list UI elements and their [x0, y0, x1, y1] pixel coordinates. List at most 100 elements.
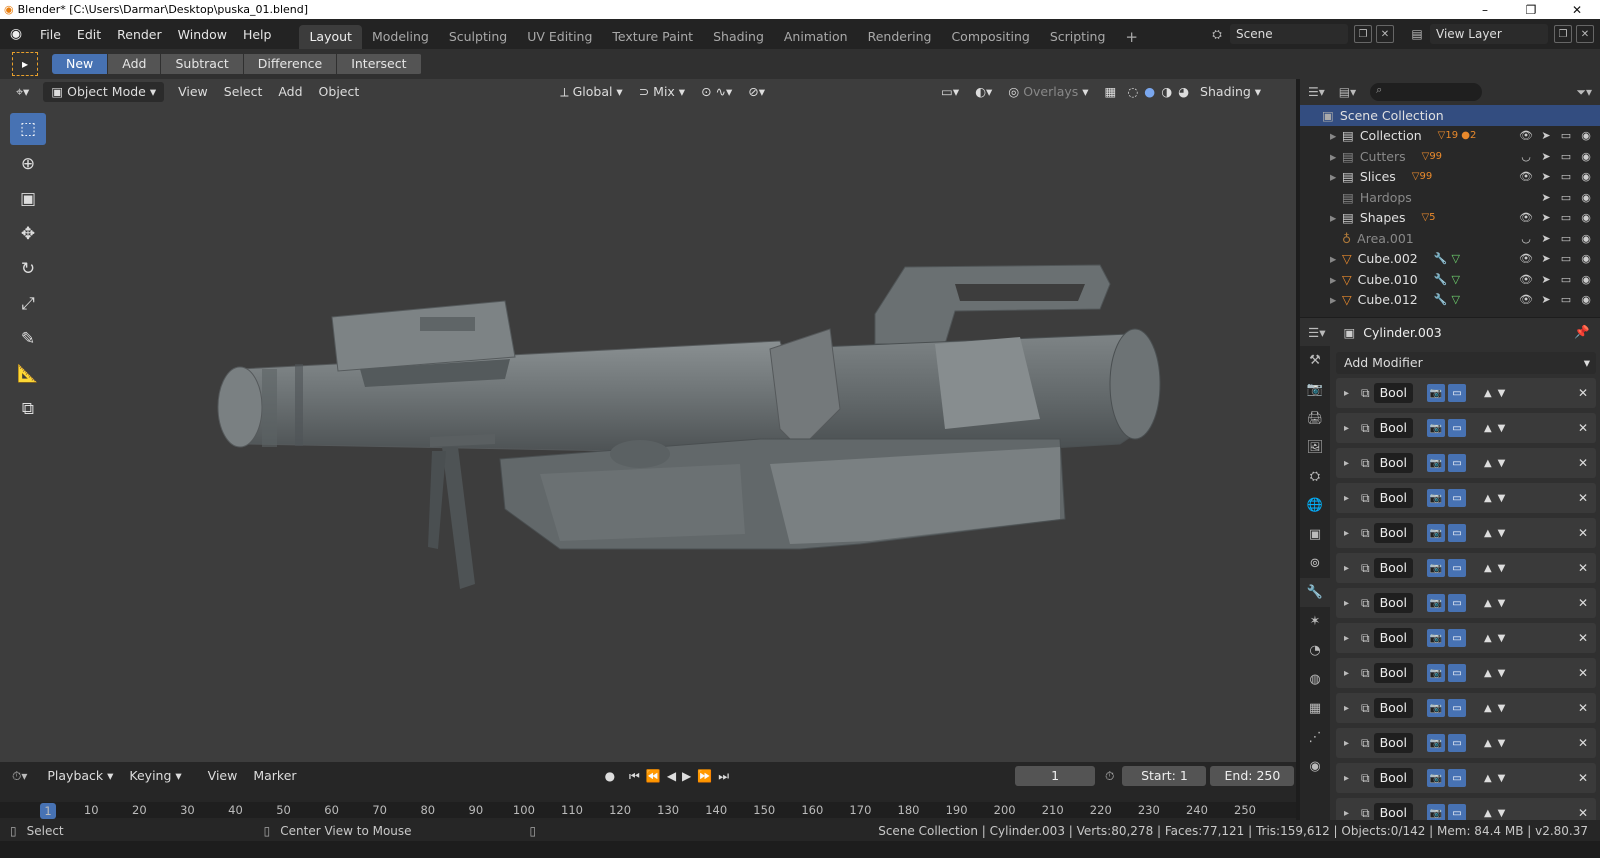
- texture-tab-icon[interactable]: ▦: [1300, 694, 1330, 723]
- timeline-editor-icon[interactable]: ⏱▾: [12, 769, 27, 784]
- rotate-tool-icon[interactable]: ↻: [10, 253, 46, 285]
- modifier-name-field[interactable]: Bool: [1373, 418, 1413, 438]
- eye-icon[interactable]: 👁: [1516, 129, 1536, 142]
- move-up-icon[interactable]: ▲: [1484, 738, 1492, 749]
- monitor-icon[interactable]: ▭: [1556, 170, 1576, 183]
- modifier-name-field[interactable]: Bool: [1373, 768, 1413, 788]
- viewport-toggle-icon[interactable]: ▭: [1447, 769, 1466, 787]
- new-view-layer-icon[interactable]: ❐: [1554, 25, 1572, 43]
- next-keyframe-icon[interactable]: ⏩: [697, 769, 718, 783]
- move-up-icon[interactable]: ▲: [1484, 493, 1492, 504]
- camera-icon[interactable]: ◉: [1576, 252, 1596, 265]
- eye-icon[interactable]: 👁: [1516, 273, 1536, 286]
- remove-modifier-icon[interactable]: ✕: [1578, 596, 1588, 610]
- modifier-name-field[interactable]: Bool: [1373, 593, 1413, 613]
- outliner-row[interactable]: ▸ ▽ Cube.002 🔧 ▽ 👁 ➤ ▭ ◉: [1300, 249, 1600, 270]
- current-frame-field[interactable]: 1: [1015, 766, 1096, 786]
- expand-arrow-icon[interactable]: ▸: [1344, 738, 1349, 749]
- render-toggle-icon[interactable]: 📷: [1426, 524, 1445, 542]
- blender-menu-icon[interactable]: ◉: [0, 26, 32, 42]
- output-tab-icon[interactable]: 🖨: [1300, 404, 1330, 433]
- move-down-icon[interactable]: ▼: [1498, 493, 1506, 504]
- maximize-button[interactable]: ❐: [1508, 0, 1554, 19]
- modifier-name-field[interactable]: Bool: [1373, 698, 1413, 718]
- expand-arrow-icon[interactable]: ▸: [1330, 169, 1342, 184]
- eye-icon[interactable]: 👁: [1516, 252, 1536, 265]
- tab-compositing[interactable]: Compositing: [941, 25, 1039, 49]
- expand-arrow-icon[interactable]: ▸: [1330, 149, 1342, 164]
- viewport-toggle-icon[interactable]: ▭: [1447, 454, 1466, 472]
- pointer-icon[interactable]: ➤: [1536, 232, 1556, 245]
- outliner-row[interactable]: ♁ Area.001 ◡ ➤ ▭ ◉: [1300, 228, 1600, 249]
- modifier-row[interactable]: ▸ ⧉ Bool 📷 ▭ ▲ ▼ ✕: [1336, 413, 1596, 443]
- proportional-edit-icon[interactable]: ⊙ ∿▾: [693, 82, 740, 102]
- wireframe-shading-icon[interactable]: ◌: [1124, 82, 1141, 102]
- mode-add-button[interactable]: Add: [108, 54, 161, 74]
- editor-type-icon[interactable]: ⌖▾: [8, 82, 37, 102]
- scene-icon[interactable]: ⛭: [1204, 27, 1230, 42]
- pointer-icon[interactable]: ➤: [1536, 170, 1556, 183]
- view-layer-field[interactable]: View Layer: [1430, 24, 1548, 44]
- viewport-toggle-icon[interactable]: ▭: [1447, 629, 1466, 647]
- remove-modifier-icon[interactable]: ✕: [1578, 806, 1588, 820]
- move-down-icon[interactable]: ▼: [1498, 563, 1506, 574]
- material-shading-icon[interactable]: ◑: [1158, 82, 1175, 102]
- modifier-row[interactable]: ▸ ⧉ Bool 📷 ▭ ▲ ▼ ✕: [1336, 448, 1596, 478]
- eye-icon[interactable]: 👁: [1516, 293, 1536, 306]
- stopwatch-icon[interactable]: ⏱: [1105, 769, 1114, 784]
- modifier-row[interactable]: ▸ ⧉ Bool 📷 ▭ ▲ ▼ ✕: [1336, 763, 1596, 793]
- overlays-dropdown[interactable]: ◎ Overlays ▾: [1000, 82, 1096, 102]
- tab-modeling[interactable]: Modeling: [362, 25, 439, 49]
- mode-new-button[interactable]: New: [52, 54, 108, 74]
- menu-marker[interactable]: Marker: [245, 766, 304, 786]
- filter-icon[interactable]: ⏷▾: [1576, 85, 1592, 100]
- outliner-row-scene-collection[interactable]: ▣ Scene Collection: [1300, 105, 1600, 126]
- frame-start-field[interactable]: Start: 1: [1122, 766, 1207, 786]
- view-object-types-icon[interactable]: ▭▾: [933, 82, 967, 102]
- move-up-icon[interactable]: ▲: [1484, 423, 1492, 434]
- viewport-toggle-icon[interactable]: ▭: [1447, 594, 1466, 612]
- modifier-row[interactable]: ▸ ⧉ Bool 📷 ▭ ▲ ▼ ✕: [1336, 693, 1596, 723]
- menu-keying[interactable]: Keying ▾: [121, 766, 189, 786]
- expand-arrow-icon[interactable]: ▸: [1344, 773, 1349, 784]
- render-toggle-icon[interactable]: 📷: [1426, 489, 1445, 507]
- move-down-icon[interactable]: ▼: [1498, 808, 1506, 819]
- tab-texture-paint[interactable]: Texture Paint: [602, 25, 703, 49]
- pointer-icon[interactable]: ➤: [1536, 293, 1556, 306]
- render-tab-icon[interactable]: 📷: [1300, 375, 1330, 404]
- expand-arrow-icon[interactable]: ▸: [1330, 272, 1342, 287]
- modifiers-tab-icon[interactable]: 🔧: [1300, 578, 1330, 607]
- move-up-icon[interactable]: ▲: [1484, 668, 1492, 679]
- modifier-name-field[interactable]: Bool: [1373, 558, 1413, 578]
- properties-editor-icon[interactable]: ☰▾: [1308, 325, 1325, 340]
- remove-modifier-icon[interactable]: ✕: [1578, 561, 1588, 575]
- eye-closed-icon[interactable]: ◡: [1516, 150, 1536, 163]
- translate-tool-icon[interactable]: ✥: [10, 218, 46, 250]
- expand-arrow-icon[interactable]: ▸: [1344, 598, 1349, 609]
- modifier-row[interactable]: ▸ ⧉ Bool 📷 ▭ ▲ ▼ ✕: [1336, 588, 1596, 618]
- viewport-toggle-icon[interactable]: ▭: [1447, 384, 1466, 402]
- render-toggle-icon[interactable]: 📷: [1426, 454, 1445, 472]
- expand-arrow-icon[interactable]: ▸: [1344, 668, 1349, 679]
- cursor-tool-icon[interactable]: ⊕: [10, 148, 46, 180]
- mode-intersect-button[interactable]: Intersect: [337, 54, 421, 74]
- remove-modifier-icon[interactable]: ✕: [1578, 421, 1588, 435]
- material-tab-icon[interactable]: ◍: [1300, 665, 1330, 694]
- frame-end-field[interactable]: End: 250: [1210, 766, 1295, 786]
- expand-arrow-icon[interactable]: ▸: [1344, 633, 1349, 644]
- move-up-icon[interactable]: ▲: [1484, 528, 1492, 539]
- menu-playback[interactable]: Playback ▾: [39, 766, 121, 786]
- outliner-row[interactable]: ▤ Hardops ➤ ▭ ◉: [1300, 187, 1600, 208]
- remove-modifier-icon[interactable]: ✕: [1578, 736, 1588, 750]
- constraints-tab-icon[interactable]: ⊚: [1300, 549, 1330, 578]
- menu-object[interactable]: Object: [311, 82, 368, 102]
- modifier-name-field[interactable]: Bool: [1373, 523, 1413, 543]
- modifier-row[interactable]: ▸ ⧉ Bool 📷 ▭ ▲ ▼ ✕: [1336, 658, 1596, 688]
- delete-scene-icon[interactable]: ✕: [1376, 25, 1394, 43]
- move-down-icon[interactable]: ▼: [1498, 738, 1506, 749]
- monitor-icon[interactable]: ▭: [1556, 293, 1576, 306]
- mode-subtract-button[interactable]: Subtract: [161, 54, 243, 74]
- viewport-toggle-icon[interactable]: ▭: [1447, 419, 1466, 437]
- render-toggle-icon[interactable]: 📷: [1426, 734, 1445, 752]
- snap-dropdown[interactable]: ⊃ Mix ▾: [631, 82, 693, 102]
